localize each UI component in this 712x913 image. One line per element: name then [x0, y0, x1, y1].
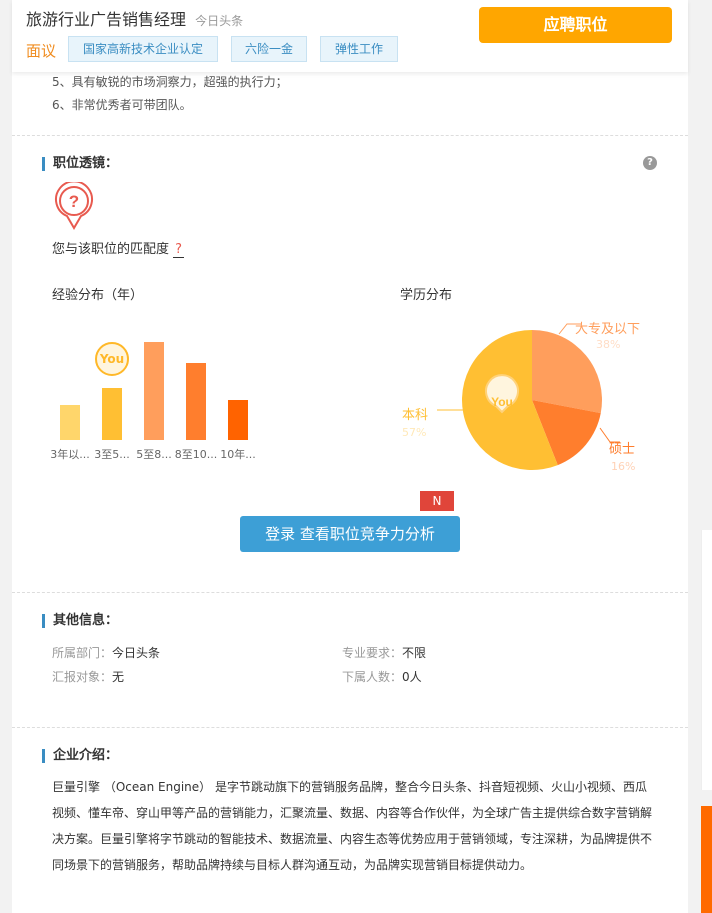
requirement-line: 5、具有敏锐的市场洞察力，超强的执行力；: [52, 75, 288, 89]
job-title: 旅游行业广告销售经理 今日头条: [26, 6, 243, 30]
info-subordinates-key: 下属人数：: [342, 670, 403, 684]
match-degree-label: 您与该职位的匹配度: [52, 242, 170, 257]
help-icon[interactable]: ?: [643, 156, 657, 170]
divider: [12, 135, 688, 136]
benefit-tag: 六险一金: [231, 36, 307, 62]
company-name-small[interactable]: 今日头条: [195, 14, 243, 28]
info-major-key: 专业要求：: [342, 646, 403, 660]
you-marker-label: You: [491, 395, 513, 409]
education-chart-title: 学历分布: [400, 288, 453, 303]
pie-label-master: 硕士: [609, 442, 636, 457]
info-subordinates-value: 0人: [402, 670, 422, 684]
job-detail-card: 旅游行业广告销售经理 今日头条 面议 国家高新技术企业认定 六险一金 弹性工作 …: [12, 0, 688, 913]
pie-label-bachelor: 本科: [402, 408, 429, 423]
info-report-value: 无: [112, 670, 125, 684]
experience-bar: [60, 405, 80, 440]
match-question-icon: ?: [55, 182, 93, 230]
side-accent-bar[interactable]: [701, 806, 712, 913]
info-department-value: 今日头条: [112, 646, 161, 660]
lens-title: 职位透镜：: [42, 157, 118, 171]
pie-pct-bachelor: 57%: [402, 426, 427, 439]
experience-tick-label: 10年...: [220, 448, 256, 461]
company-intro-title: 企业介绍：: [42, 749, 118, 763]
pie-pct-master: 16%: [611, 460, 636, 473]
match-degree: 您与该职位的匹配度 ?: [52, 238, 185, 258]
other-info-title: 其他信息：: [42, 614, 118, 628]
benefit-tag: 国家高新技术企业认定: [68, 36, 218, 62]
experience-bar: [228, 400, 248, 440]
experience-bar: [144, 342, 164, 440]
svg-text:?: ?: [69, 192, 79, 211]
pie-slice: [532, 330, 602, 414]
salary: 面议: [26, 42, 57, 60]
education-pie-chart: You: [437, 323, 620, 470]
side-panel: [701, 530, 712, 790]
company-intro-text: 巨量引擎 （Ocean Engine） 是字节跳动旗下的营销服务品牌，整合今日头…: [52, 780, 653, 872]
new-badge: N: [420, 491, 454, 511]
apply-button[interactable]: 应聘职位: [479, 7, 672, 43]
login-analysis-button[interactable]: 登录 查看职位竞争力分析: [240, 516, 460, 552]
divider: [12, 592, 688, 593]
experience-bar: [186, 363, 206, 440]
info-report-key: 汇报对象：: [52, 670, 113, 684]
pie-label-college: 大专及以下: [575, 322, 641, 337]
info-department: 所属部门：今日头条: [52, 644, 160, 661]
pie-pct-college: 38%: [596, 338, 621, 351]
info-report-to: 汇报对象：无: [52, 668, 124, 685]
experience-bar: [102, 388, 122, 440]
job-header: 旅游行业广告销售经理 今日头条 面议 国家高新技术企业认定 六险一金 弹性工作 …: [12, 0, 688, 72]
match-degree-value[interactable]: ?: [173, 242, 185, 258]
experience-chart-title: 经验分布（年）: [52, 288, 144, 303]
you-marker: You: [95, 342, 129, 376]
requirement-line: 6、非常优秀者可带团队。: [52, 98, 192, 112]
job-title-text: 旅游行业广告销售经理: [26, 10, 187, 29]
info-major-value: 不限: [402, 646, 427, 660]
benefit-tag: 弹性工作: [320, 36, 398, 62]
divider: [12, 727, 688, 728]
info-major: 专业要求：不限: [342, 644, 426, 661]
info-subordinates: 下属人数：0人: [342, 668, 422, 685]
info-department-key: 所属部门：: [52, 646, 113, 660]
